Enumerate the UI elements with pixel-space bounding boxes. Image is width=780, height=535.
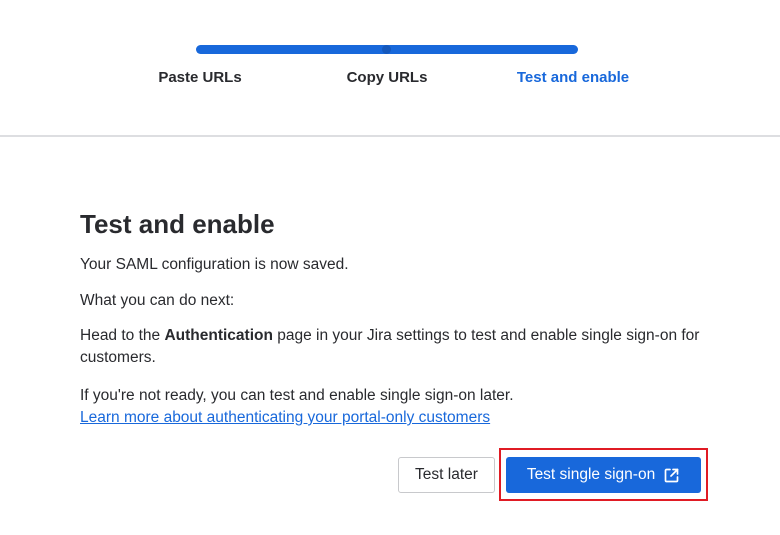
section-divider — [0, 135, 780, 137]
test-single-sign-on-button[interactable]: Test single sign-on — [506, 457, 701, 493]
next-steps-heading: What you can do next: — [80, 292, 235, 309]
step-test-and-enable: Test and enable — [516, 69, 630, 86]
not-ready-text: If you're not ready, you can test and en… — [80, 385, 700, 429]
instruction-prefix: Head to the — [80, 327, 165, 344]
test-sso-label: Test single sign-on — [526, 466, 656, 483]
external-link-icon — [663, 467, 680, 484]
saved-message: Your SAML configuration is now saved. — [80, 256, 349, 273]
authentication-emphasis: Authentication — [164, 327, 273, 344]
page-title: Test and enable — [80, 209, 275, 239]
test-later-button[interactable]: Test later — [398, 457, 495, 493]
learn-more-link[interactable]: Learn more about authenticating your por… — [80, 409, 490, 426]
step-copy-urls: Copy URLs — [346, 69, 428, 86]
step-paste-urls: Paste URLs — [158, 69, 242, 86]
progress-step-marker — [382, 45, 391, 54]
not-ready-message: If you're not ready, you can test and en… — [80, 387, 514, 404]
page: Paste URLs Copy URLs Test and enable Tes… — [0, 0, 780, 535]
instruction-text: Head to the Authentication page in your … — [80, 325, 700, 369]
